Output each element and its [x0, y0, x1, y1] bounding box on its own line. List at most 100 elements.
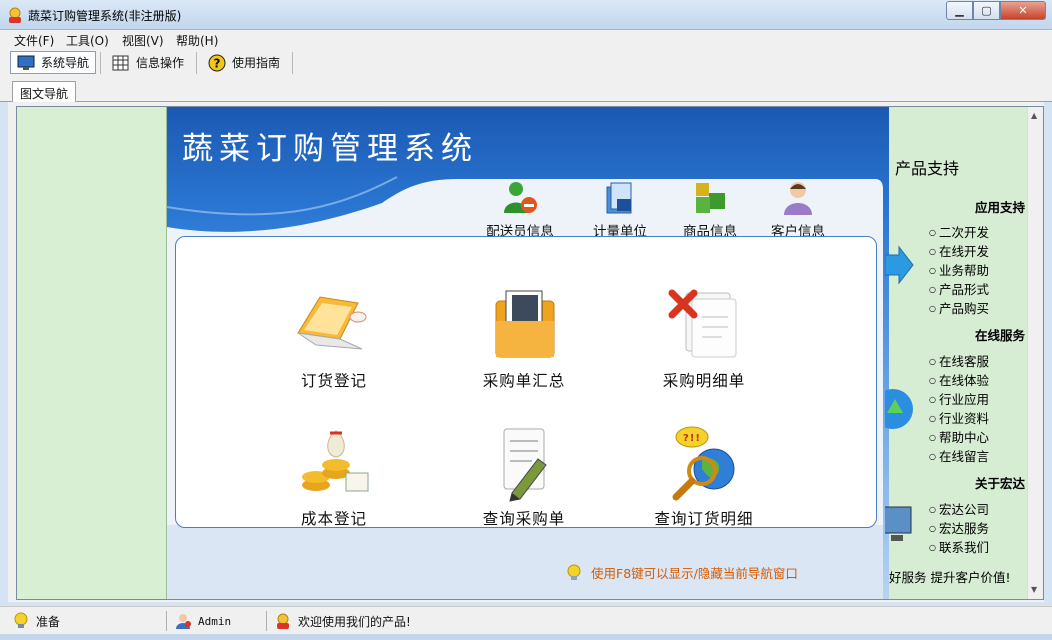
main-frame: 蔬菜订购管理系统 配送员信息 计量单位 商品信息 客户信息 订货登记 采购单汇总…	[8, 102, 1044, 602]
close-icon: ✕	[1018, 4, 1028, 17]
svg-text:?!!: ?!!	[683, 433, 701, 444]
delivery-person-icon	[504, 182, 537, 213]
status-user: Admin	[174, 610, 231, 632]
maximize-icon: ▢	[981, 4, 992, 17]
scroll-down-icon[interactable]: ▼	[1031, 585, 1037, 594]
support-link[interactable]: 行业资料	[929, 408, 989, 427]
delete-document-icon	[668, 289, 737, 358]
title-bar: 蔬菜订购管理系统(非注册版) ▁ ▢ ✕	[0, 0, 1052, 30]
monitor-icon	[17, 55, 35, 70]
customer-icon	[784, 182, 812, 215]
func-label: 成本登记	[300, 510, 367, 528]
vertical-scrollbar[interactable]: ▲ ▼	[1027, 107, 1043, 599]
func-purchase-detail[interactable]: 采购明细单	[624, 287, 784, 391]
left-pane	[17, 107, 167, 599]
menu-help[interactable]: 帮助(H)	[176, 32, 218, 49]
support-link[interactable]: 在线客服	[929, 351, 989, 370]
minimize-button[interactable]: ▁	[946, 1, 973, 20]
cubes-icon	[696, 183, 725, 213]
support-title: 产品支持	[895, 159, 960, 178]
nav-content: 蔬菜订购管理系统 配送员信息 计量单位 商品信息 客户信息 订货登记 采购单汇总…	[16, 106, 1044, 600]
folder-icon	[606, 182, 632, 214]
support-link[interactable]: 在线体验	[929, 370, 989, 389]
menu-bar: 文件(F) 工具(O) 视图(V) 帮助(H)	[0, 30, 1052, 49]
app-logo-icon	[9, 7, 21, 23]
menu-view[interactable]: 视图(V)	[122, 32, 164, 49]
hint-text: 使用F8键可以显示/隐藏当前导航窗口	[591, 566, 798, 581]
status-text: 欢迎使用我们的产品!	[298, 614, 411, 629]
support-link[interactable]: 二次开发	[929, 222, 989, 241]
support-link[interactable]: 行业应用	[929, 389, 989, 408]
maximize-button[interactable]: ▢	[973, 1, 1000, 20]
product-support-pane: 产品支持 应用支持 二次开发 在线开发 业务帮助 产品形式 产品购买 在线服务 …	[885, 107, 1029, 599]
arrow-right-icon	[885, 245, 914, 285]
toolbar-separator	[100, 52, 101, 74]
close-button[interactable]: ✕	[1000, 1, 1046, 20]
refresh-globe-icon	[885, 389, 913, 429]
toolbar-separator	[292, 52, 293, 74]
menu-file[interactable]: 文件(F)	[14, 32, 54, 49]
edit-document-icon	[503, 428, 547, 502]
scroll-up-icon[interactable]: ▲	[1031, 111, 1037, 120]
status-bar: 准备 Admin 欢迎使用我们的产品!	[0, 606, 1052, 634]
func-label: 查询订货明细	[654, 510, 754, 528]
quick-link-customers[interactable]: 客户信息	[753, 179, 843, 240]
func-query-purchase[interactable]: 查询采购单	[444, 425, 604, 529]
support-link[interactable]: 业务帮助	[929, 260, 989, 279]
support-link[interactable]: 产品购买	[929, 298, 989, 317]
function-panel: 订货登记 采购单汇总 采购明细单 成本登记 查询采购单 ?!! 查询订货明细	[175, 236, 877, 528]
search-globe-icon: ?!!	[672, 426, 735, 501]
support-link[interactable]: 帮助中心	[929, 427, 989, 446]
toolbar-info-ops-button[interactable]: 信息操作	[106, 51, 190, 74]
status-ready: 准备	[12, 610, 60, 632]
support-section-title: 关于宏达	[974, 476, 1025, 491]
quick-link-units[interactable]: 计量单位	[575, 179, 665, 240]
func-label: 订货登记	[300, 372, 367, 390]
document-folder-icon	[495, 290, 555, 358]
menu-tools[interactable]: 工具(O)	[66, 32, 109, 49]
func-purchase-summary[interactable]: 采购单汇总	[444, 287, 604, 391]
toolbar: 系统导航 信息操作 ? 使用指南	[0, 49, 1052, 76]
lightbulb-icon	[567, 564, 581, 580]
status-separator	[266, 611, 267, 631]
minimize-icon: ▁	[955, 4, 964, 17]
banner-title: 蔬菜订购管理系统	[182, 131, 478, 167]
f8-hint: 使用F8键可以显示/隐藏当前导航窗口	[565, 563, 798, 582]
func-label: 采购单汇总	[482, 372, 566, 390]
support-slogan: 好服务 提升客户价值!	[889, 570, 1011, 585]
user-icon	[176, 614, 191, 629]
func-label: 采购明细单	[662, 372, 746, 390]
toolbar-label: 信息操作	[136, 56, 185, 70]
func-query-order-detail[interactable]: ?!! 查询订货明细	[624, 425, 784, 529]
toolbar-separator	[196, 52, 197, 74]
laptop-icon	[297, 296, 367, 350]
func-cost-register[interactable]: 成本登记	[254, 425, 414, 529]
quick-link-products[interactable]: 商品信息	[665, 179, 755, 240]
status-separator	[166, 611, 167, 631]
window-bottom-edge	[0, 634, 1052, 640]
support-link[interactable]: 宏达服务	[929, 518, 989, 537]
document-tab-strip: 图文导航	[0, 76, 1052, 103]
status-welcome: 欢迎使用我们的产品!	[274, 610, 411, 632]
func-order-register[interactable]: 订货登记	[254, 287, 414, 391]
status-username: Admin	[198, 614, 232, 628]
coins-icon	[302, 430, 369, 492]
window-title: 蔬菜订购管理系统(非注册版)	[28, 9, 182, 23]
grid-icon	[112, 55, 129, 70]
toolbar-system-nav-button[interactable]: 系统导航	[10, 51, 97, 74]
nav-banner: 蔬菜订购管理系统 配送员信息 计量单位 商品信息 客户信息 订货登记 采购单汇总…	[167, 107, 889, 599]
quick-link-delivery-staff[interactable]: 配送员信息	[475, 179, 565, 240]
support-link[interactable]: 在线开发	[929, 241, 989, 260]
toolbar-guide-button[interactable]: ? 使用指南	[202, 51, 286, 74]
app-logo-icon	[277, 613, 289, 629]
support-section-title: 在线服务	[974, 328, 1025, 343]
support-link[interactable]: 产品形式	[929, 279, 989, 298]
status-text: 准备	[36, 614, 61, 629]
help-icon: ?	[208, 54, 226, 71]
svg-text:?: ?	[214, 56, 221, 70]
support-link[interactable]: 在线留言	[929, 446, 989, 465]
support-link[interactable]: 宏达公司	[929, 499, 989, 518]
support-section-title: 应用支持	[974, 200, 1025, 215]
support-link[interactable]: 联系我们	[929, 537, 989, 556]
tab-graphic-nav[interactable]: 图文导航	[12, 81, 77, 103]
